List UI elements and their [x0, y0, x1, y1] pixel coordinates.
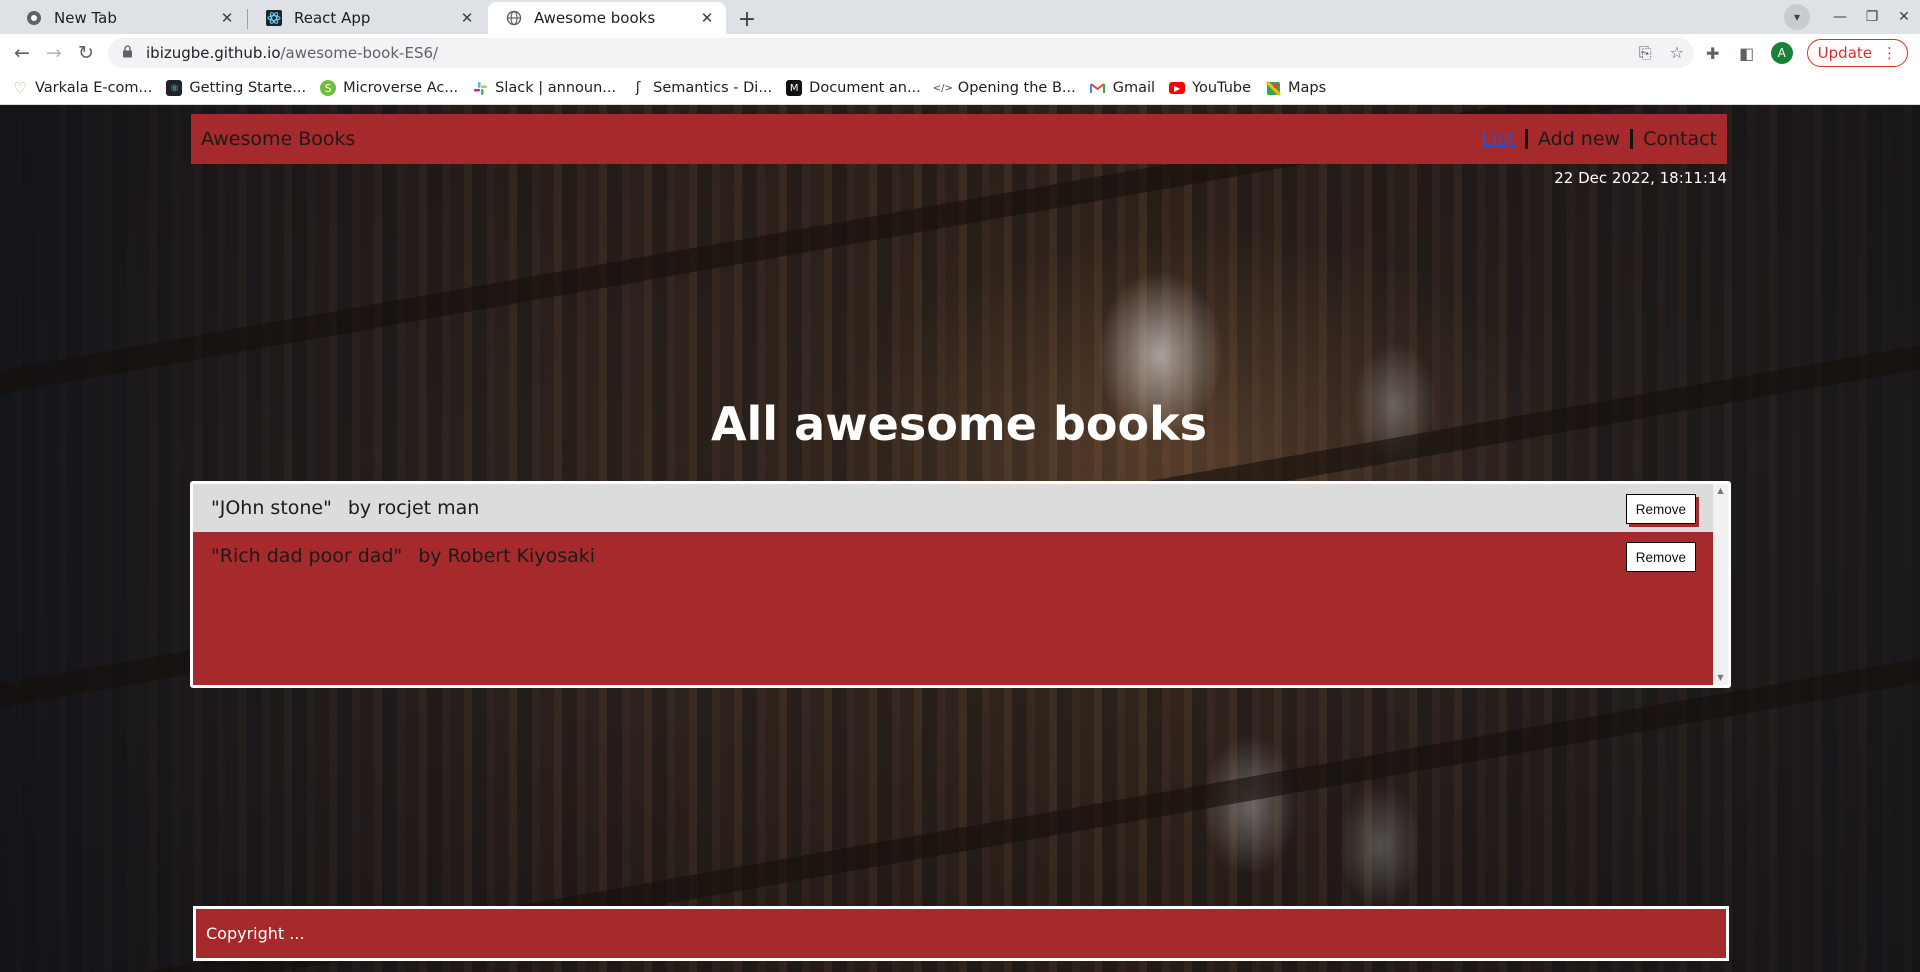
site-footer: Copyright ...	[193, 906, 1729, 961]
nav-link-contact[interactable]: Contact	[1643, 128, 1717, 150]
bookmark-label: Slack | announ...	[495, 80, 617, 96]
chevron-down-icon[interactable]: ▾	[1784, 4, 1810, 30]
update-button[interactable]: Update ⋮	[1806, 39, 1908, 67]
bookmark-label: Document an...	[809, 80, 921, 96]
more-vertical-icon: ⋮	[1882, 44, 1897, 62]
maps-icon	[1265, 80, 1281, 96]
tab-title: New Tab	[54, 9, 117, 27]
share-icon[interactable]: ⎘	[1639, 43, 1652, 63]
bookmark-label: Semantics - Di...	[653, 80, 773, 96]
nav-link-add-new[interactable]: Add new	[1538, 128, 1620, 150]
tab-strip: New Tab ✕ React App ✕ Awesome books ✕ + …	[0, 0, 1920, 34]
close-window-icon[interactable]: ✕	[1888, 9, 1920, 25]
browser-toolbar: ← → ↻ ibizugbe.github.io/awesome-book-ES…	[0, 34, 1920, 72]
book-author: by rocjet man	[347, 497, 480, 519]
youtube-icon: ▶	[1169, 82, 1186, 94]
bookmark-varkala[interactable]: ♡ Varkala E-com...	[12, 79, 153, 97]
bookmark-gmail[interactable]: Gmail	[1090, 80, 1155, 96]
remove-book-button[interactable]: Remove	[1625, 494, 1696, 524]
book-item: "Rich dad poor dad" by Robert Kiyosaki R…	[193, 532, 1713, 580]
url-host: ibizugbe.github.io	[146, 44, 281, 62]
medium-icon: M	[786, 80, 803, 96]
bookmark-getting-started[interactable]: ⚛ Getting Starte...	[166, 80, 306, 96]
bookmark-opening[interactable]: </> Opening the B...	[932, 80, 1076, 96]
semantics-icon: ʃ	[635, 80, 641, 96]
minimize-icon[interactable]: —	[1824, 9, 1856, 25]
page-title: All awesome books	[710, 397, 1208, 451]
book-title: "JOhn stone"	[211, 497, 332, 519]
heart-icon: ♡	[13, 79, 27, 97]
bookmark-label: Getting Starte...	[189, 80, 307, 96]
book-list-scrollbar[interactable]: ▲ ▼	[1713, 484, 1728, 685]
restore-icon[interactable]: ❐	[1856, 9, 1888, 25]
bookmark-youtube[interactable]: ▶ YouTube	[1169, 80, 1251, 96]
page-viewport: Awesome Books List Add new Contact 22 De…	[0, 105, 1920, 972]
scroll-up-icon[interactable]: ▲	[1713, 484, 1728, 498]
chrome-icon	[26, 10, 42, 26]
remove-book-button[interactable]: Remove	[1625, 542, 1696, 572]
lock-icon	[122, 45, 136, 61]
address-bar[interactable]: ibizugbe.github.io/awesome-book-ES6/ ⎘ ☆	[108, 38, 1694, 68]
code-icon: </>	[932, 82, 953, 94]
url-path: /awesome-book-ES6/	[280, 44, 439, 62]
current-datetime: 22 Dec 2022, 18:11:14	[1554, 169, 1727, 187]
bookmarks-bar: ♡ Varkala E-com... ⚛ Getting Starte... S…	[0, 72, 1920, 105]
bookmark-slack[interactable]: Slack | announ...	[472, 80, 616, 96]
gmail-icon	[1090, 80, 1106, 96]
bookmark-microverse[interactable]: S Microverse Ac...	[320, 80, 458, 96]
bookmark-label: Gmail	[1112, 80, 1156, 96]
bookmark-label: Varkala E-com...	[35, 80, 153, 96]
close-icon[interactable]: ✕	[458, 9, 476, 27]
close-icon[interactable]: ✕	[218, 9, 236, 27]
avatar[interactable]: A	[1770, 42, 1793, 64]
tab-new-tab[interactable]: New Tab ✕	[8, 2, 246, 34]
close-icon[interactable]: ✕	[698, 9, 716, 27]
awesome-books-page: Awesome Books List Add new Contact 22 De…	[190, 105, 1731, 972]
extensions-icon[interactable]: ✚	[1703, 44, 1723, 63]
nav-divider	[1524, 129, 1528, 149]
bookmark-label: YouTube	[1192, 80, 1252, 96]
book-item: "JOhn stone" by rocjet man Remove	[193, 484, 1713, 532]
book-list-body: "JOhn stone" by rocjet man Remove "Rich …	[193, 484, 1713, 685]
brand-title: Awesome Books	[201, 128, 356, 150]
star-icon[interactable]: ☆	[1670, 43, 1684, 63]
reload-icon[interactable]: ↻	[74, 41, 98, 65]
nav-link-list[interactable]: List	[1482, 128, 1515, 150]
tab-title: React App	[294, 9, 371, 27]
bookmark-label: Maps	[1288, 80, 1327, 96]
react-icon	[266, 10, 282, 26]
site-header: Awesome Books List Add new Contact	[191, 114, 1727, 164]
back-icon[interactable]: ←	[10, 41, 34, 65]
copyright-text: Copyright ...	[206, 924, 305, 943]
scroll-down-icon[interactable]: ▼	[1713, 671, 1728, 685]
window-controls: ▾ — ❐ ✕	[1784, 0, 1920, 34]
forward-icon[interactable]: →	[42, 41, 66, 65]
bookmark-document[interactable]: M Document an...	[786, 80, 921, 96]
book-list[interactable]: "JOhn stone" by rocjet man Remove "Rich …	[190, 481, 1731, 688]
bookmark-semantics[interactable]: ʃ Semantics - Di...	[630, 80, 772, 96]
tab-react-app[interactable]: React App ✕	[248, 2, 486, 34]
new-tab-button[interactable]: +	[733, 5, 761, 33]
bookmark-label: Opening the B...	[957, 80, 1076, 96]
tab-awesome-books[interactable]: Awesome books ✕	[488, 2, 726, 34]
nav-divider	[1630, 129, 1634, 149]
update-label: Update	[1817, 44, 1872, 62]
bookmark-maps[interactable]: Maps	[1265, 80, 1326, 96]
book-title: "Rich dad poor dad"	[211, 545, 403, 567]
slack-icon	[472, 80, 488, 96]
bookmark-label: Microverse Ac...	[343, 80, 459, 96]
globe-icon	[506, 10, 522, 26]
side-panel-icon[interactable]: ◧	[1737, 44, 1757, 63]
tab-title: Awesome books	[534, 9, 656, 27]
react-icon: ⚛	[166, 80, 183, 96]
main-nav: List Add new Contact	[1482, 128, 1717, 150]
microverse-icon: S	[320, 80, 337, 96]
book-author: by Robert Kiyosaki	[418, 545, 596, 567]
